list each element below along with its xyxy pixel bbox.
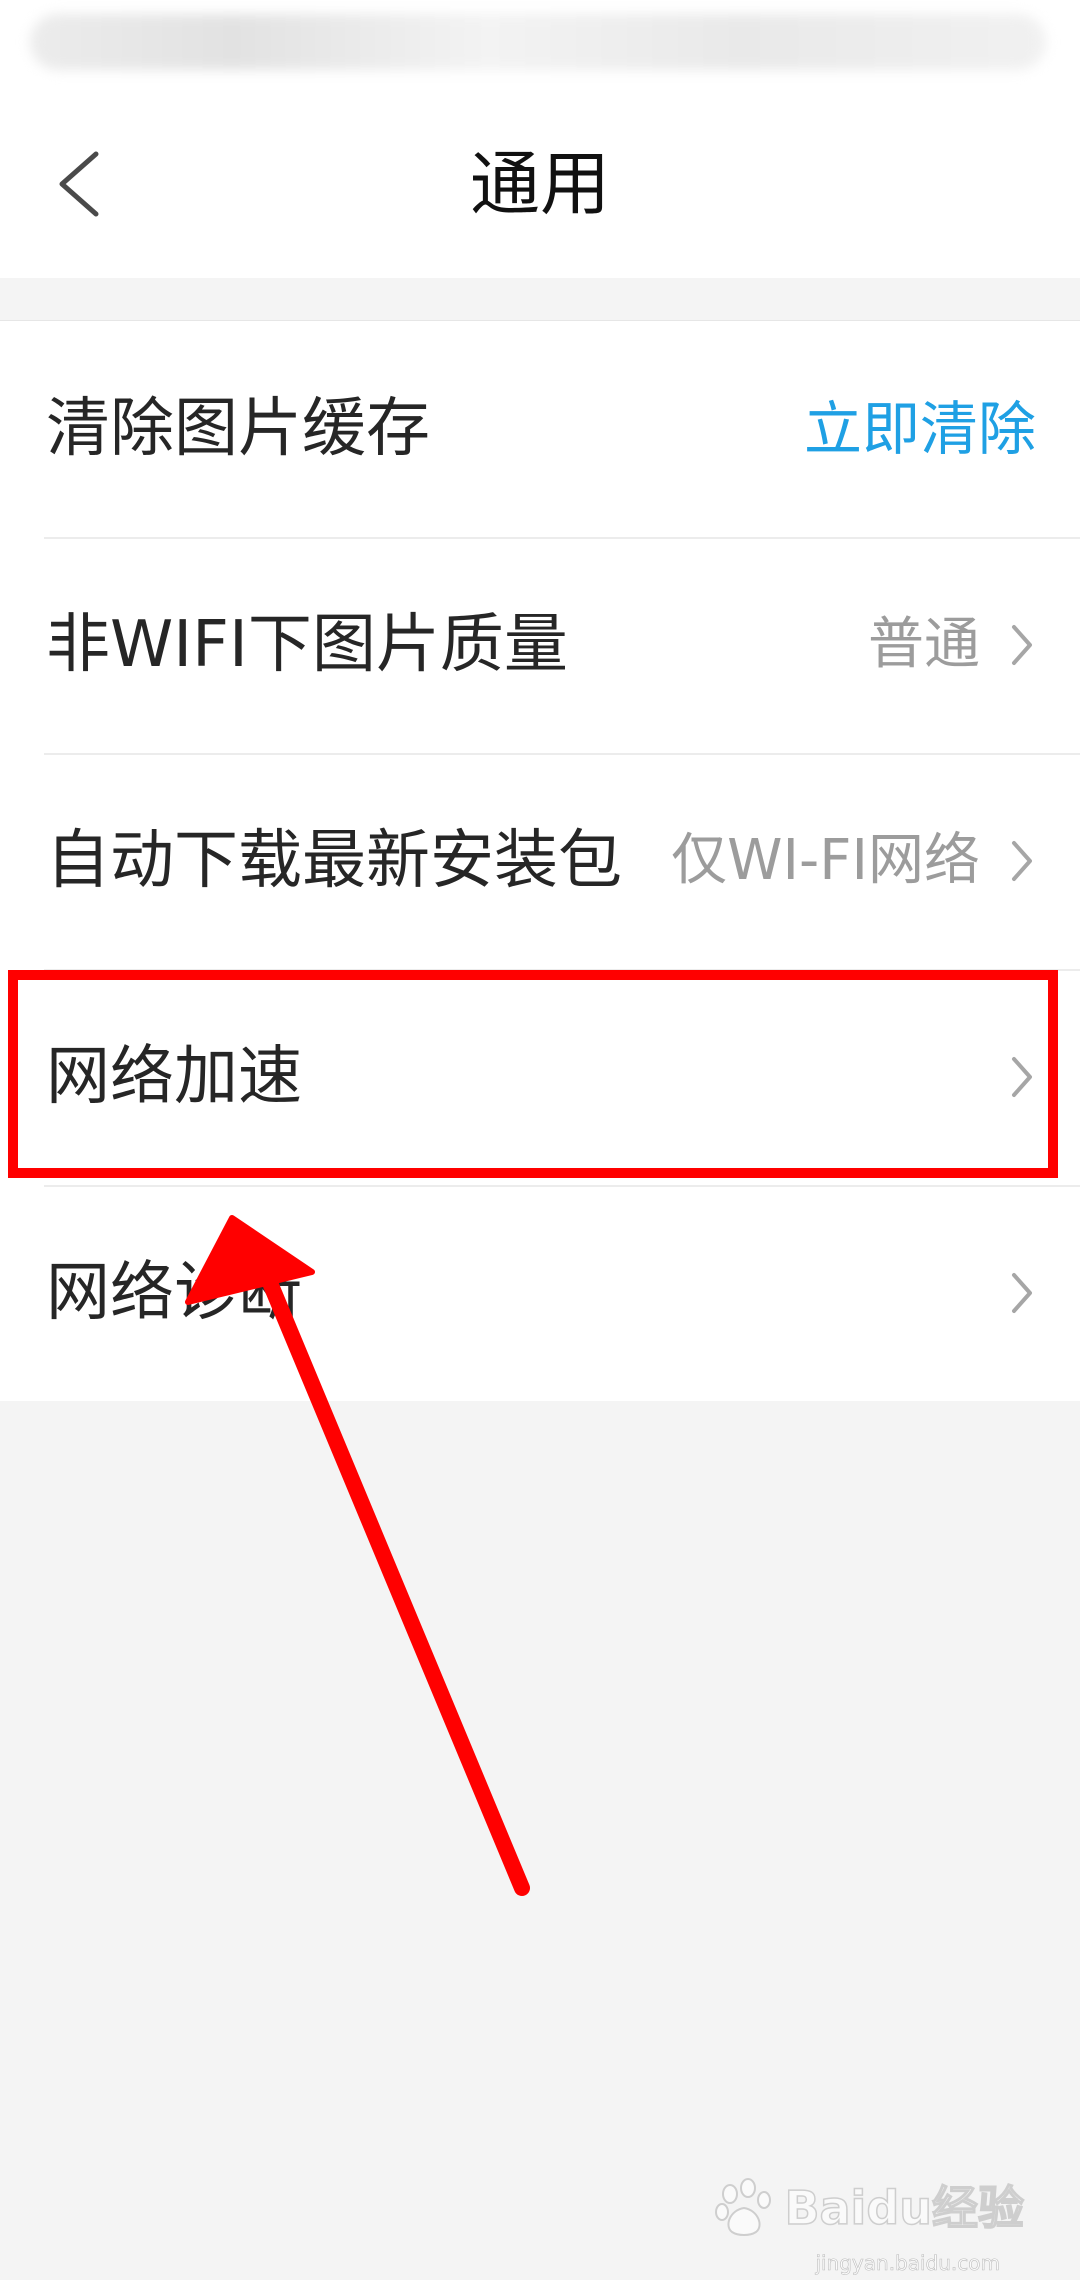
setting-label: 网络诊断 [46, 1256, 302, 1330]
setting-network-diagnosis[interactable]: 网络诊断 [0, 1185, 1080, 1401]
watermark-url: jingyan.baidu.com [815, 2251, 1000, 2276]
chevron-right-icon [1012, 1273, 1032, 1313]
header-bar: 通用 [0, 90, 1080, 278]
setting-value: 仅WI-FI网络 [671, 828, 980, 893]
setting-clear-image-cache: 清除图片缓存 立即清除 [0, 321, 1080, 537]
setting-value: 普通 [868, 612, 980, 677]
chevron-right-icon [1012, 841, 1032, 881]
chevron-right-icon [1012, 625, 1032, 665]
setting-network-acceleration[interactable]: 网络加速 [0, 969, 1080, 1185]
setting-label: 网络加速 [46, 1040, 302, 1114]
setting-auto-download-package[interactable]: 自动下载最新安装包 仅WI-FI网络 [0, 753, 1080, 969]
watermark: Baidu经验 [712, 2176, 1025, 2240]
page-title: 通用 [470, 143, 610, 225]
chevron-right-icon [1012, 1057, 1032, 1097]
setting-label: 非WIFI下图片质量 [46, 608, 568, 682]
setting-label: 清除图片缓存 [46, 392, 430, 466]
setting-label: 自动下载最新安装包 [46, 824, 622, 898]
setting-non-wifi-image-quality[interactable]: 非WIFI下图片质量 普通 [0, 537, 1080, 753]
status-bar [0, 0, 1080, 90]
settings-list: 清除图片缓存 立即清除 非WIFI下图片质量 普通 自动下载最新安装包 仅WI-… [0, 320, 1080, 1401]
paw-icon [715, 2178, 772, 2236]
watermark-text: Baidu经验 [784, 2180, 1025, 2236]
blurred-status-content [30, 14, 1046, 70]
clear-now-button[interactable]: 立即清除 [804, 389, 1036, 469]
